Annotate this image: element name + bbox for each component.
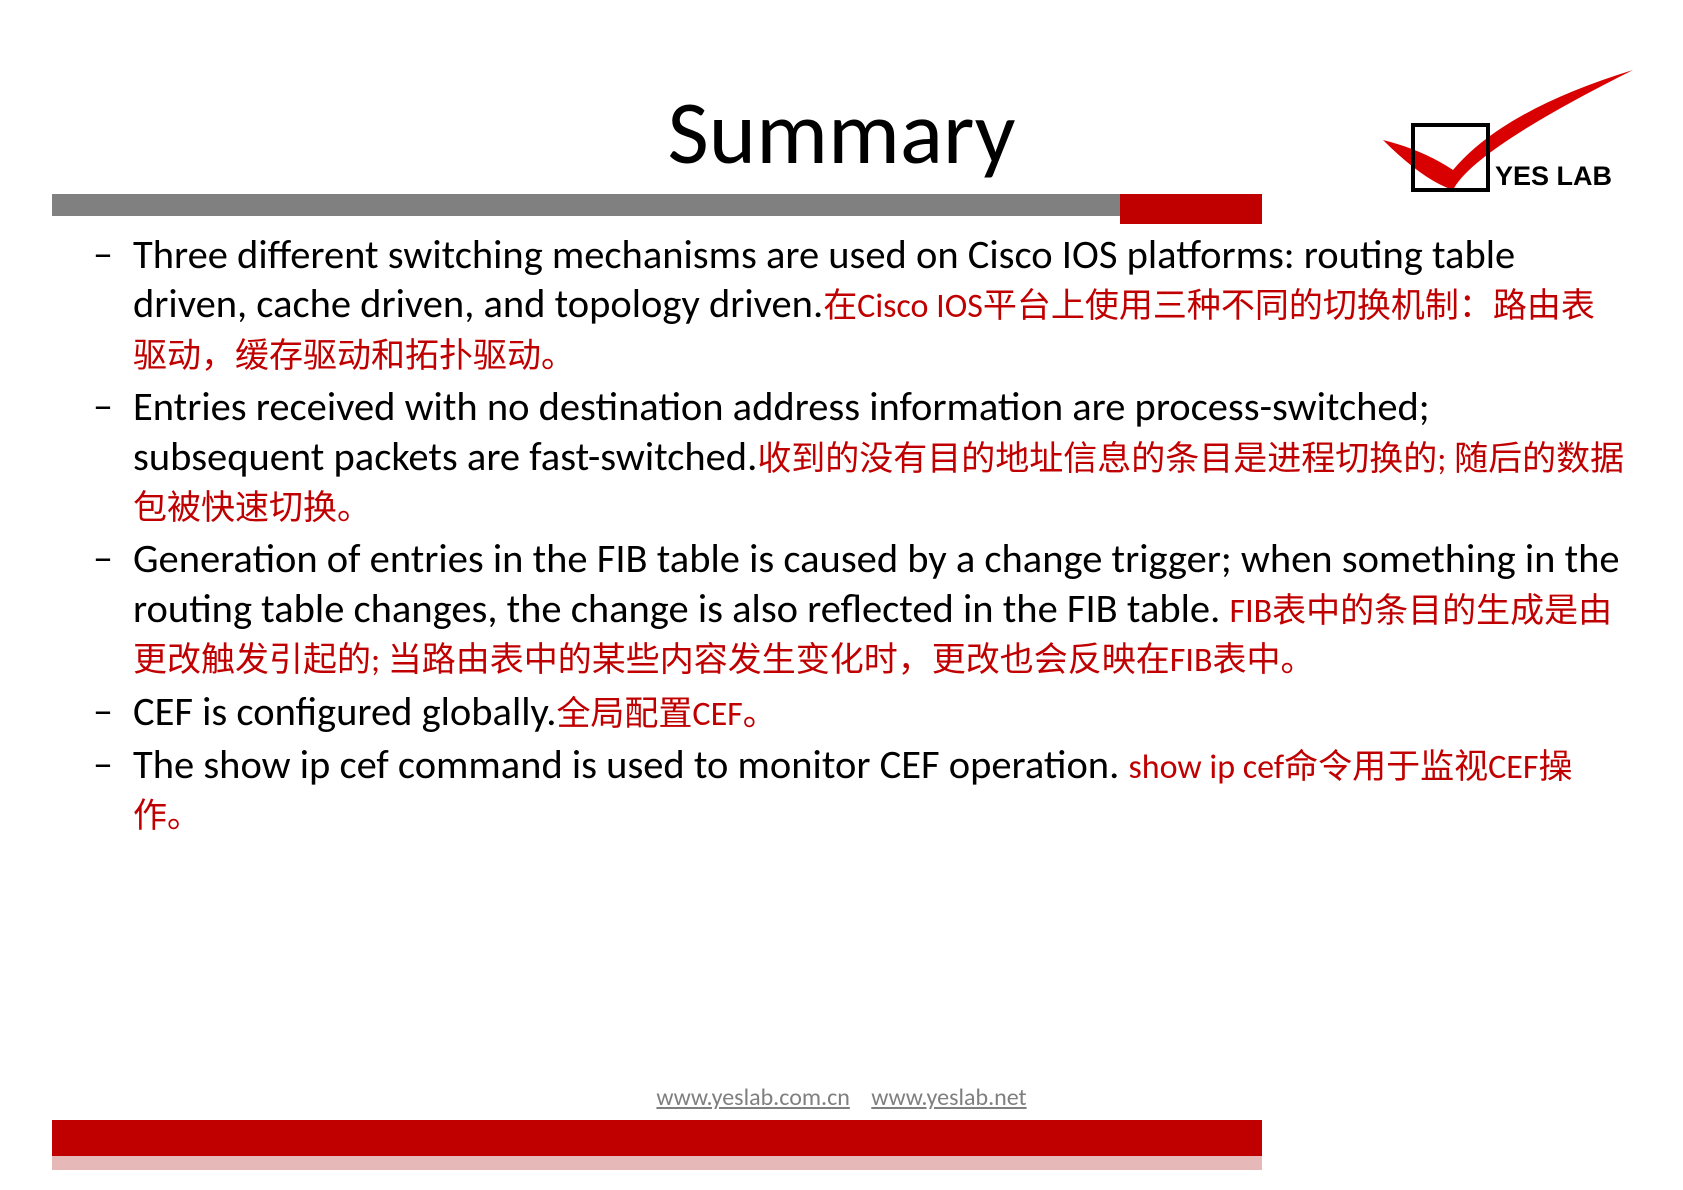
list-item: – Entries received with no destination a… <box>93 382 1628 530</box>
list-item: – CEF is configured globally.全局配置CEF。 <box>93 687 1628 736</box>
bullet-chinese: 全局配置CEF。 <box>556 694 776 735</box>
slide: Summary YES LAB – Three different switch… <box>0 0 1683 1190</box>
bullet-body: Entries received with no destination add… <box>133 382 1628 530</box>
footer-links: www.yeslab.com.cn www.yeslab.net <box>0 1083 1683 1112</box>
footer-link-1[interactable]: www.yeslab.com.cn <box>656 1083 849 1112</box>
footer-bar-dark <box>52 1120 1262 1158</box>
bullet-body: Generation of entries in the FIB table i… <box>133 534 1628 682</box>
yeslab-logo: YES LAB <box>1373 70 1633 200</box>
footer-link-2[interactable]: www.yeslab.net <box>871 1083 1026 1112</box>
header-divider-red <box>1120 194 1262 224</box>
header-divider-gray <box>52 194 1120 216</box>
bullet-dash: – <box>93 534 133 682</box>
bullet-english: The show ip cef command is used to monit… <box>133 739 1128 789</box>
logo-text: YES LAB <box>1495 161 1612 191</box>
bullet-english: CEF is configured globally. <box>133 686 556 736</box>
footer-bar-light <box>52 1156 1262 1170</box>
list-item: – Three different switching mechanisms a… <box>93 230 1628 378</box>
bullet-body: Three different switching mechanisms are… <box>133 230 1628 378</box>
bullet-body: CEF is configured globally.全局配置CEF。 <box>133 687 1628 736</box>
bullet-dash: – <box>93 230 133 378</box>
list-item: – Generation of entries in the FIB table… <box>93 534 1628 682</box>
list-item: – The show ip cef command is used to mon… <box>93 740 1628 839</box>
bullet-dash: – <box>93 382 133 530</box>
bullet-dash: – <box>93 687 133 736</box>
content-list: – Three different switching mechanisms a… <box>93 230 1628 843</box>
bullet-dash: – <box>93 740 133 839</box>
bullet-body: The show ip cef command is used to monit… <box>133 740 1628 839</box>
